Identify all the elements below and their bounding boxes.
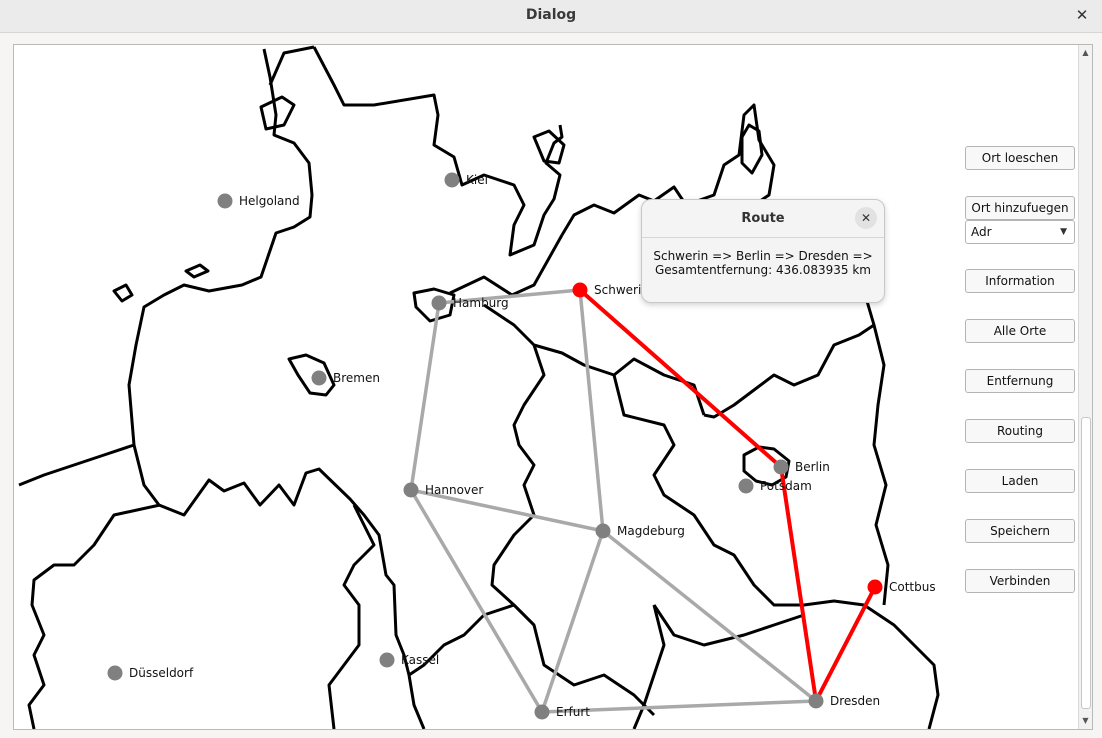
node-label-düsseldorf: Düsseldorf — [129, 666, 194, 680]
node-label-magdeburg: Magdeburg — [617, 524, 685, 538]
node-label-bremen: Bremen — [333, 371, 380, 385]
node-kassel[interactable] — [379, 652, 395, 668]
vertical-scrollbar[interactable]: ▲ ▼ — [1078, 45, 1092, 729]
type-select-value: Adr — [971, 225, 992, 239]
laden-button[interactable]: Laden — [965, 469, 1075, 493]
node-label-hamburg: Hamburg — [453, 296, 509, 310]
scroll-down-icon[interactable]: ▼ — [1079, 715, 1092, 727]
node-berlin[interactable] — [773, 459, 789, 475]
node-label-hannover: Hannover — [425, 483, 484, 497]
node-label-erfurt: Erfurt — [556, 705, 590, 719]
node-label-cottbus: Cottbus — [889, 580, 936, 594]
node-label-dresden: Dresden — [830, 694, 881, 708]
node-bremen[interactable] — [311, 370, 327, 386]
chevron-down-icon: ▼ — [1060, 227, 1067, 237]
route-popup-distance: Gesamtentfernung: 436.083935 km — [655, 263, 871, 277]
edge-magdeburg-dresden[interactable] — [601, 529, 818, 703]
node-erfurt[interactable] — [534, 704, 550, 720]
edge-schwerin-magdeburg[interactable] — [578, 288, 605, 533]
border-brandenburg-east — [872, 324, 890, 606]
node-cottbus[interactable] — [867, 579, 883, 595]
border-north-coast — [127, 48, 411, 676]
node-hamburg[interactable] — [431, 295, 447, 311]
node-düsseldorf[interactable] — [107, 665, 123, 681]
map-borders — [18, 45, 940, 729]
node-label-potsdam: Potsdam — [760, 479, 812, 493]
route-edge-dresden-cottbus[interactable] — [814, 585, 877, 703]
node-kiel[interactable] — [444, 172, 460, 188]
route-popup-path: Schwerin => Berlin => Dresden => — [653, 249, 873, 263]
routing-button[interactable]: Routing — [965, 419, 1075, 443]
node-dresden[interactable] — [808, 693, 824, 709]
border-west — [18, 443, 135, 487]
entfernung-button[interactable]: Entfernung — [965, 369, 1075, 393]
route-popup-title: Route — [741, 211, 785, 226]
window-title: Dialog — [525, 7, 577, 23]
border-ruegen — [740, 123, 764, 175]
node-label-kassel: Kassel — [401, 653, 440, 667]
edge-hamburg-hannover[interactable] — [409, 301, 441, 492]
border-bremen — [287, 353, 336, 397]
node-schwerin[interactable] — [572, 282, 588, 298]
border-hessen — [327, 504, 376, 729]
title-bar: Dialog ✕ — [0, 0, 1102, 33]
ort-loeschen-button[interactable]: Ort loeschen — [965, 146, 1075, 170]
border-coast-small-2 — [184, 263, 210, 279]
information-button[interactable]: Information — [965, 269, 1075, 293]
alle-orte-button[interactable]: Alle Orte — [965, 319, 1075, 343]
border-sachsen-north — [652, 604, 805, 647]
node-label-helgoland: Helgoland — [239, 194, 300, 208]
verbinden-button[interactable]: Verbinden — [965, 569, 1075, 593]
popup-divider — [642, 237, 884, 238]
scrollbar-thumb[interactable] — [1081, 417, 1091, 709]
close-icon[interactable]: ✕ — [1072, 5, 1092, 25]
node-label-berlin: Berlin — [795, 460, 830, 474]
route-edge-schwerin-berlin[interactable] — [578, 288, 783, 469]
type-select[interactable]: Adr ▼ — [965, 220, 1075, 244]
node-hannover[interactable] — [403, 482, 419, 498]
map-view[interactable]: Helgoland Kiel Hamburg Schwerin Bremen Berlin… — [13, 44, 1093, 730]
ort-hinzufuegen-button[interactable]: Ort hinzufuegen — [965, 196, 1075, 220]
border-island — [259, 95, 296, 131]
scroll-up-icon[interactable]: ▲ — [1079, 47, 1092, 59]
node-potsdam[interactable] — [738, 478, 754, 494]
popup-close-icon[interactable]: ✕ — [855, 207, 877, 229]
speichern-button[interactable]: Speichern — [965, 519, 1075, 543]
route-popup: Route ✕ Schwerin => Berlin => Dresden =>… — [641, 199, 885, 303]
edge-hannover-erfurt[interactable] — [409, 488, 544, 714]
border-jutland — [268, 45, 564, 257]
border-coast-small — [112, 283, 134, 303]
edges-layer — [409, 288, 877, 714]
node-helgoland[interactable] — [217, 193, 233, 209]
map-canvas[interactable] — [14, 45, 1079, 729]
border-brandenburg — [612, 374, 940, 729]
border-hessen-nrw — [27, 503, 161, 729]
route-edge-berlin-dresden[interactable] — [779, 465, 818, 703]
node-label-kiel: Kiel — [466, 173, 488, 187]
node-magdeburg[interactable] — [595, 523, 611, 539]
